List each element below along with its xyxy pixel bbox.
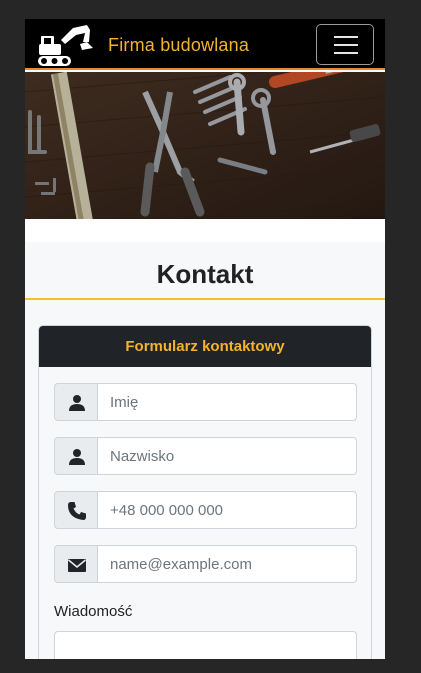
last-name-group (54, 437, 357, 475)
message-textarea[interactable] (54, 631, 357, 659)
last-name-input[interactable] (97, 437, 357, 475)
contact-form-header: Formularz kontaktowy (39, 326, 371, 367)
phone-input[interactable] (97, 491, 357, 529)
section-title: Kontakt (156, 259, 254, 289)
excavator-icon[interactable] (35, 22, 93, 68)
first-name-input[interactable] (97, 383, 357, 421)
message-label: Wiadomość (54, 603, 133, 620)
navbar-toggle-button[interactable] (316, 24, 374, 65)
title-underline (25, 298, 385, 300)
hero-image (25, 72, 385, 219)
email-group (54, 545, 357, 583)
hamburger-menu-icon (334, 36, 358, 38)
user-icon (69, 395, 85, 411)
page-viewport: Firma budowlana Kontakt Formularz kontak… (25, 19, 385, 659)
brand-name[interactable]: Firma budowlana (108, 35, 249, 56)
email-input[interactable] (97, 545, 357, 583)
user-icon (69, 449, 85, 465)
phone-group (54, 491, 357, 529)
first-name-group (54, 383, 357, 421)
envelope-icon (67, 559, 87, 572)
navbar: Firma budowlana (25, 19, 385, 70)
phone-icon (68, 502, 86, 520)
contact-form-card: Formularz kontaktowy Imię Nazwisko +48 0… (38, 325, 372, 659)
